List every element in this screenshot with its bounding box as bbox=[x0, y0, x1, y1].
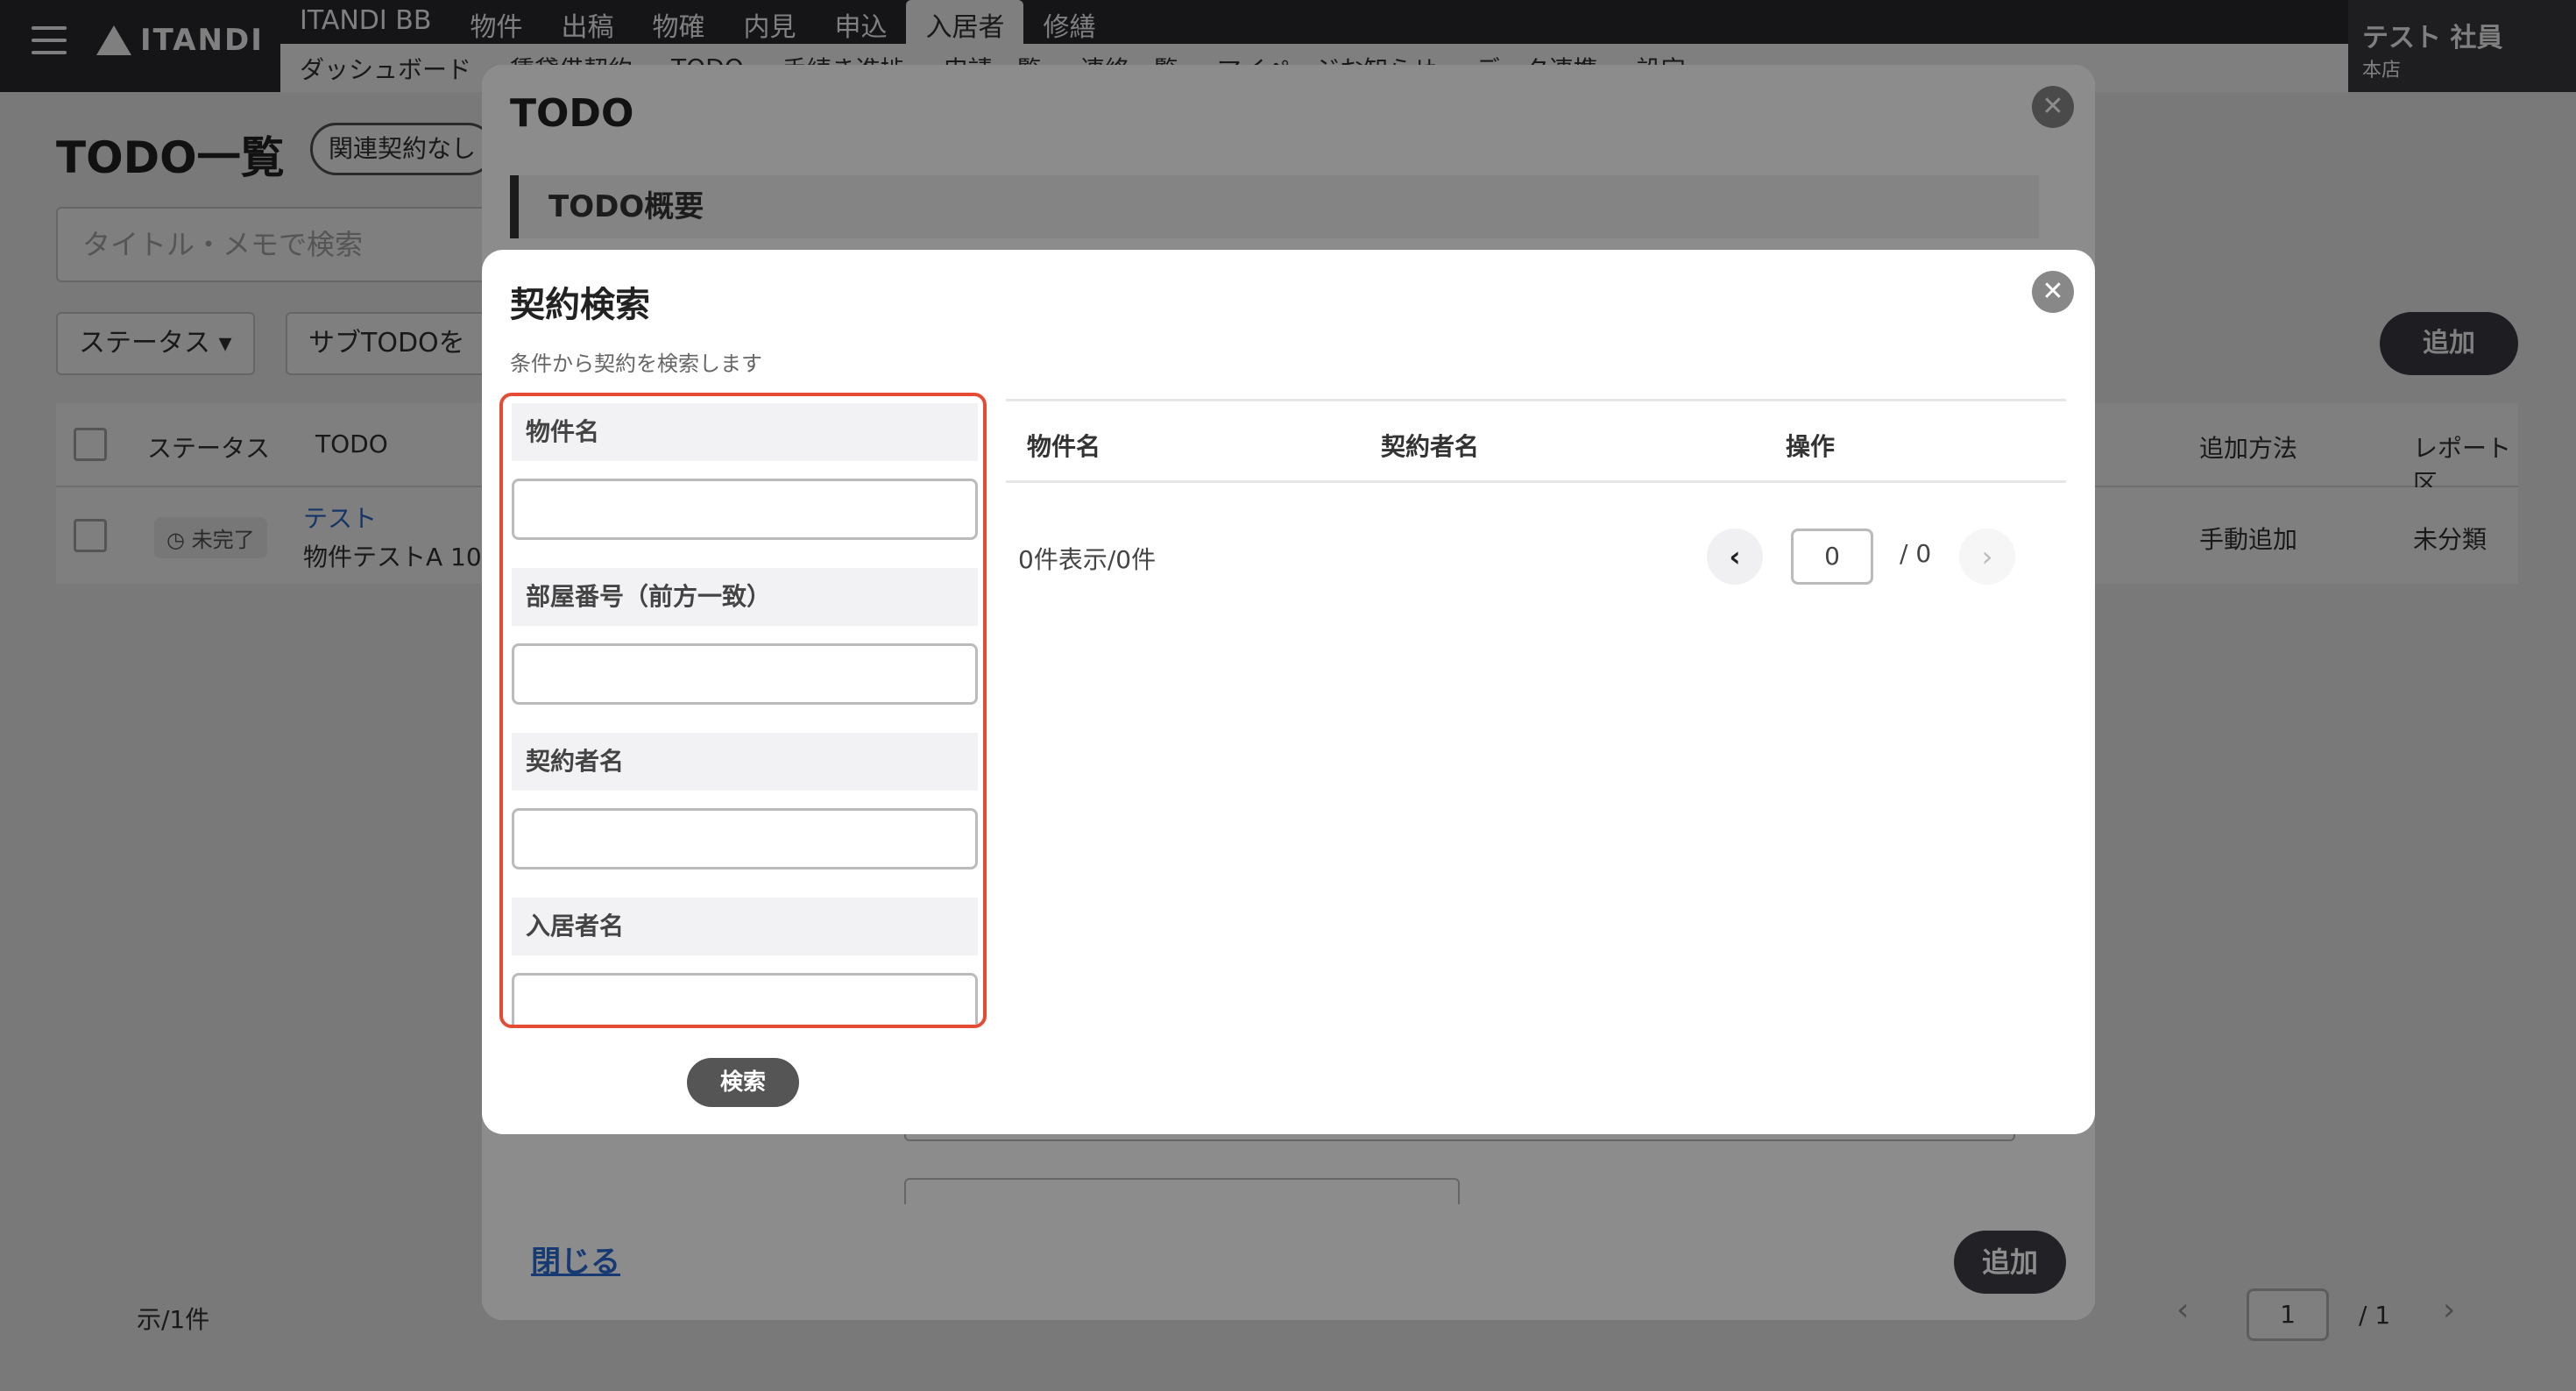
resident-name-input[interactable] bbox=[512, 973, 978, 1025]
search-modal-description: 条件から契約を検索します bbox=[510, 351, 762, 376]
col-property-name: 物件名 bbox=[1027, 432, 1101, 461]
search-button[interactable]: 検索 bbox=[687, 1058, 799, 1107]
chevron-right-icon[interactable]: › bbox=[1959, 529, 2015, 585]
search-conditions-form: 物件名 部屋番号（前方一致） 契約者名 入居者名 bbox=[499, 393, 987, 1028]
contractor-name-label: 契約者名 bbox=[512, 733, 978, 791]
results-count: 0件表示/0件 bbox=[1018, 545, 1157, 574]
results-header: 物件名 契約者名 操作 bbox=[1006, 399, 2066, 483]
room-number-input[interactable] bbox=[512, 643, 978, 705]
contract-search-modal: 契約検索 ✕ 条件から契約を検索します 物件名 部屋番号（前方一致） 契約者名 … bbox=[482, 250, 2095, 1134]
property-name-label: 物件名 bbox=[512, 403, 978, 461]
search-modal-title: 契約検索 bbox=[510, 285, 650, 325]
close-icon[interactable]: ✕ bbox=[2032, 271, 2074, 313]
col-operation: 操作 bbox=[1786, 432, 1836, 461]
results-page-total: / 0 bbox=[1900, 539, 1932, 568]
room-number-label: 部屋番号（前方一致） bbox=[512, 568, 978, 626]
results-page-input[interactable]: 0 bbox=[1791, 529, 1873, 585]
resident-name-label: 入居者名 bbox=[512, 898, 978, 955]
chevron-left-icon[interactable]: ‹ bbox=[1707, 529, 1763, 585]
contractor-name-input[interactable] bbox=[512, 808, 978, 869]
col-contractor-name: 契約者名 bbox=[1381, 432, 1480, 461]
property-name-input[interactable] bbox=[512, 479, 978, 540]
